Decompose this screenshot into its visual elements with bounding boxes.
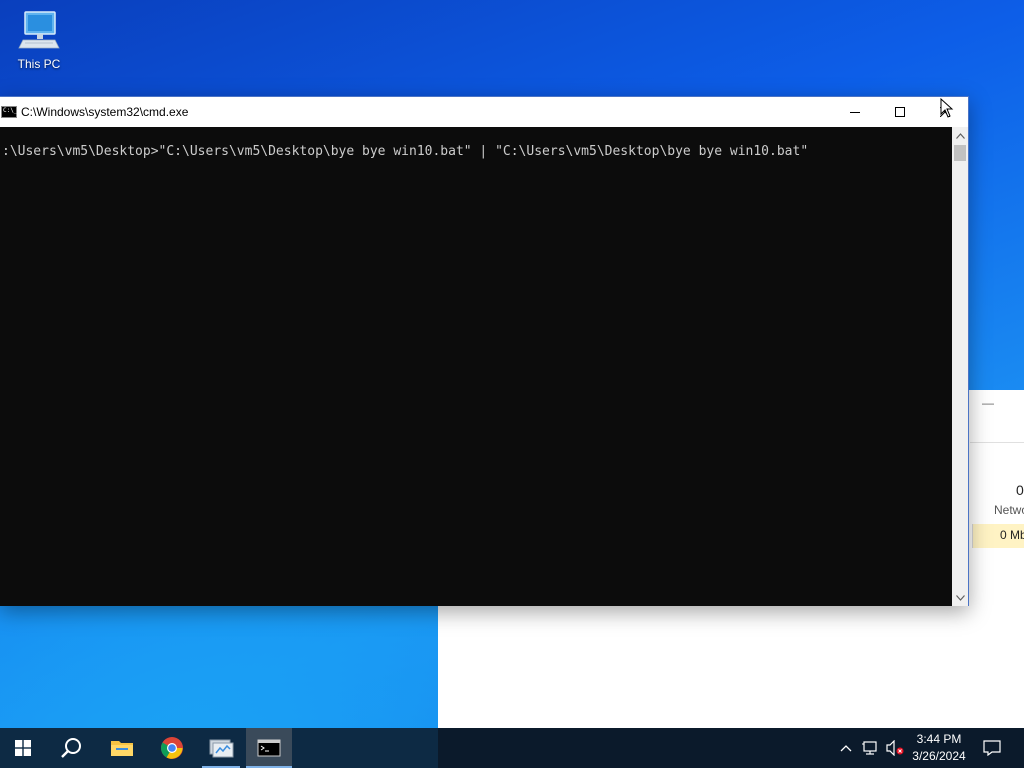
cmd-icon	[257, 739, 281, 757]
network-stat-cell: 0 Mb	[972, 524, 1024, 548]
show-hidden-icons-button[interactable]	[836, 728, 856, 768]
taskbar-cmd[interactable]	[246, 728, 292, 768]
windows-start-icon	[15, 740, 31, 756]
scroll-up-arrow[interactable]	[952, 127, 968, 144]
divider	[970, 442, 1024, 443]
taskbar-clock[interactable]: 3:44 PM 3/26/2024	[904, 731, 974, 767]
network-stat-value: 0	[1016, 482, 1024, 498]
notification-icon	[983, 740, 1001, 756]
window-title: C:\Windows\system32\cmd.exe	[21, 105, 189, 119]
search-icon	[61, 738, 81, 758]
clock-date: 3/26/2024	[912, 749, 966, 763]
app-icon	[209, 739, 234, 758]
chevron-up-icon	[955, 132, 965, 139]
volume-muted-icon	[886, 740, 904, 756]
mouse-cursor-icon	[940, 98, 954, 118]
chrome-icon	[161, 737, 183, 759]
cmd-titlebar[interactable]: C:\Windows\system32\cmd.exe	[0, 97, 968, 127]
minimize-icon[interactable]: —	[982, 396, 994, 410]
maximize-button[interactable]	[877, 97, 923, 127]
cmd-icon	[1, 106, 17, 118]
minimize-button[interactable]	[832, 97, 878, 127]
scroll-down-arrow[interactable]	[952, 589, 968, 606]
network-icon	[862, 741, 877, 755]
search-button[interactable]	[48, 728, 94, 768]
file-explorer-icon	[111, 741, 133, 756]
minimize-icon	[850, 111, 860, 113]
taskbar-app[interactable]	[198, 728, 244, 768]
chevron-up-icon	[840, 745, 852, 752]
taskbar: 3:44 PM 3/26/2024	[0, 728, 1024, 768]
action-center-button[interactable]	[976, 728, 1008, 768]
taskbar-file-explorer[interactable]	[99, 728, 145, 768]
desktop-icon-this-pc[interactable]: This PC	[10, 10, 68, 76]
clock-time: 3:44 PM	[916, 732, 962, 746]
taskbar-chrome[interactable]	[149, 728, 195, 768]
scroll-thumb[interactable]	[954, 145, 966, 161]
network-stat-label: Netwo	[994, 503, 1024, 517]
console-line: :\Users\vm5\Desktop>"C:\Users\vm5\Deskto…	[2, 144, 809, 159]
console-output[interactable]: :\Users\vm5\Desktop>"C:\Users\vm5\Deskto…	[0, 127, 952, 606]
cmd-window[interactable]: C:\Windows\system32\cmd.exe :\Users\vm5\…	[0, 96, 969, 606]
chevron-down-icon	[955, 594, 965, 601]
volume-tray-button[interactable]	[884, 728, 906, 768]
network-tray-button[interactable]	[860, 728, 882, 768]
start-button[interactable]	[0, 728, 46, 768]
maximize-icon	[895, 107, 905, 117]
desktop-icon-label: This PC	[17, 57, 61, 71]
this-pc-icon	[18, 11, 60, 49]
vertical-scrollbar[interactable]	[952, 127, 968, 606]
